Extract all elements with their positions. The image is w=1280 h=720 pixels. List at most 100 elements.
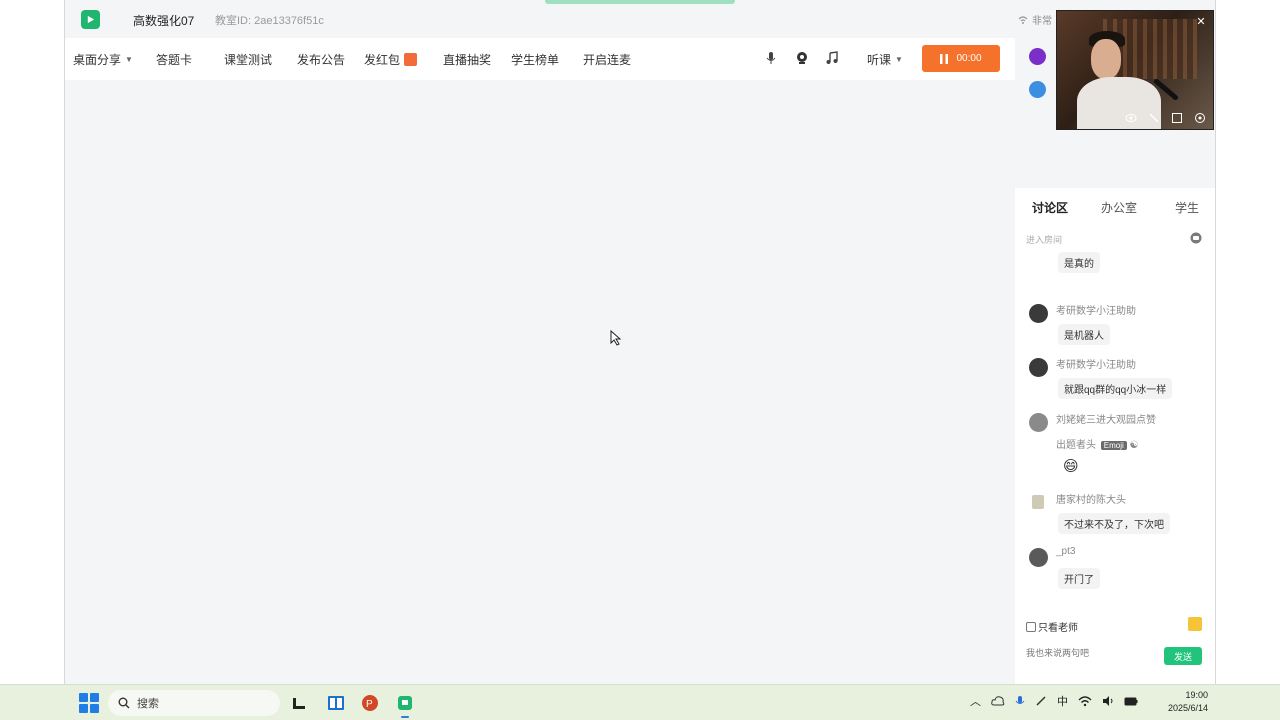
red-packet-icon [404,53,418,66]
listen-dropdown[interactable]: 听课 ▼ [867,51,903,68]
emoji-tag: Emoji [1100,441,1127,450]
search-icon [118,697,130,709]
message-author: _pt3 [1056,546,1076,557]
teacher-video-window[interactable]: ✕ [1056,10,1214,130]
yin-yang-icon: ☯ [1129,440,1139,451]
taskbar-clock[interactable]: 19:00 2025/6/14 [1158,689,1208,715]
file-explorer-icon[interactable] [288,692,310,714]
avatar [1032,495,1044,509]
note-icon[interactable] [1188,617,1202,631]
microphone-icon[interactable] [1015,695,1025,708]
avatar [1029,358,1048,377]
message-text: 开门了 [1058,568,1100,589]
chat-bubble-icon[interactable] [1190,232,1202,244]
message-author: 考研数学小汪助助 [1056,306,1136,317]
connect-mic-button[interactable]: 开启连麦 [583,51,631,68]
tab-discussion[interactable]: 讨论区 [1032,199,1068,216]
message-text: 是真的 [1058,252,1100,273]
live-lottery-button[interactable]: 直播抽奖 [443,51,491,68]
grin-emoji: 😄 [1063,458,1079,475]
live-timer: 00:00 [956,53,982,64]
close-icon[interactable]: ✕ [1194,15,1208,29]
network-status-label: 非常 [1032,16,1052,27]
answer-card-button[interactable]: 答题卡 [156,51,192,68]
clock-time: 19:00 [1185,690,1208,700]
title-bar: 高数强化07 教室ID: 2ae13376f51c 非常 [65,0,1215,38]
red-packet-button[interactable]: 发红包 [364,51,418,68]
svg-text:P: P [366,699,373,710]
classroom-app-window: 高数强化07 教室ID: 2ae13376f51c 非常 桌面分享 ▼ 答题卡 … [65,0,1215,684]
avatar [1029,548,1048,567]
live-status-button[interactable]: 00:00 [922,45,1000,72]
eye-icon[interactable] [1124,111,1138,125]
desktop-share-label: 桌面分享 [73,53,122,67]
message-text: 出题者头 [1056,440,1096,451]
teacher-avatar-icon[interactable] [1029,48,1046,65]
only-teacher-toggle[interactable]: 只看老师 [1026,619,1078,634]
mouse-cursor-icon [610,330,622,346]
avatar [1029,304,1048,323]
message-text: 就跟qq群的qq小冰一样 [1058,378,1173,399]
pen-icon[interactable] [1147,111,1161,125]
tab-students[interactable]: 学生 [1175,199,1199,216]
listen-label: 听课 [867,53,892,67]
whiteboard-stage[interactable] [65,80,1015,684]
taskbar-search[interactable]: 搜索 [108,690,280,716]
cloud-icon[interactable] [991,695,1005,707]
desktop-left-edge [0,0,65,684]
message-text: 不过来不及了，下次吧 [1058,513,1170,534]
message-text: 是机器人 [1058,324,1110,345]
wifi-icon[interactable] [1078,695,1092,707]
chat-input[interactable] [1026,644,1161,662]
fullscreen-icon[interactable] [1170,111,1184,125]
send-button[interactable]: 发送 [1164,647,1202,665]
system-tray: ︿ 中 [970,693,1138,709]
speaker-icon[interactable] [1102,695,1114,707]
main-toolbar: 桌面分享 ▼ 答题卡 课堂测试 发布公告 发红包 直播抽奖 学生榜单 开启连麦 [65,38,1015,80]
notes-app-icon[interactable] [325,692,347,714]
desktop-right-edge [1215,0,1280,684]
video-person-head [1091,39,1121,79]
powerpoint-icon[interactable]: P [359,692,381,714]
video-controls [1057,107,1213,129]
student-list-button[interactable]: 学生榜单 [511,51,559,68]
chat-footer: 只看老师 发送 [1015,614,1215,684]
message-text-line: 出题者头 Emoji ☯ [1056,436,1139,451]
app-logo-icon [81,10,100,29]
camera-icon[interactable] [794,50,810,66]
chat-panel: 讨论区 办公室 学生 进入房间 是真的 考研数学小汪助助 是机器人 考研数学小汪… [1015,188,1215,684]
message-author: 考研数学小汪助助 [1056,360,1136,371]
windows-start-icon[interactable] [79,693,99,713]
classroom-app-taskbar-icon[interactable] [394,692,416,718]
chevron-up-icon[interactable]: ︿ [970,693,981,709]
pen-icon[interactable] [1035,695,1047,707]
desktop-share-button[interactable]: 桌面分享 ▼ [73,51,133,68]
chat-tabs: 讨论区 办公室 学生 [1015,188,1215,224]
only-teacher-checkbox[interactable] [1026,621,1036,632]
message-author: 刘姥姥三进大观园点赞 [1056,415,1156,426]
chevron-down-icon: ▼ [125,55,133,64]
announcement-button[interactable]: 发布公告 [297,51,345,68]
avatar [1029,413,1048,432]
network-status: 非常 [1018,12,1052,27]
room-id: 教室ID: 2ae13376f51c [215,15,324,27]
room-title: 高数强化07 [133,14,195,28]
microphone-icon[interactable] [763,50,779,66]
tab-office[interactable]: 办公室 [1101,199,1137,216]
battery-icon[interactable] [1124,696,1138,706]
top-drag-handle[interactable] [545,0,735,4]
windows-taskbar: 搜索 P ︿ 中 19:00 2025/6/14 [0,684,1280,720]
music-icon[interactable] [824,50,840,66]
wifi-icon [1018,15,1028,24]
assistant-avatar-icon[interactable] [1029,81,1046,98]
red-packet-label: 发红包 [364,53,401,67]
side-user-column [1015,38,1060,188]
chevron-down-icon: ▼ [895,55,903,64]
chat-info-text: 进入房间 [1026,235,1063,245]
taskbar-search-label: 搜索 [137,698,159,710]
class-quiz-button[interactable]: 课堂测试 [224,51,272,68]
input-method-indicator[interactable]: 中 [1057,693,1068,709]
pause-icon [940,53,949,64]
only-teacher-label: 只看老师 [1038,623,1078,634]
settings-icon[interactable] [1193,111,1207,125]
